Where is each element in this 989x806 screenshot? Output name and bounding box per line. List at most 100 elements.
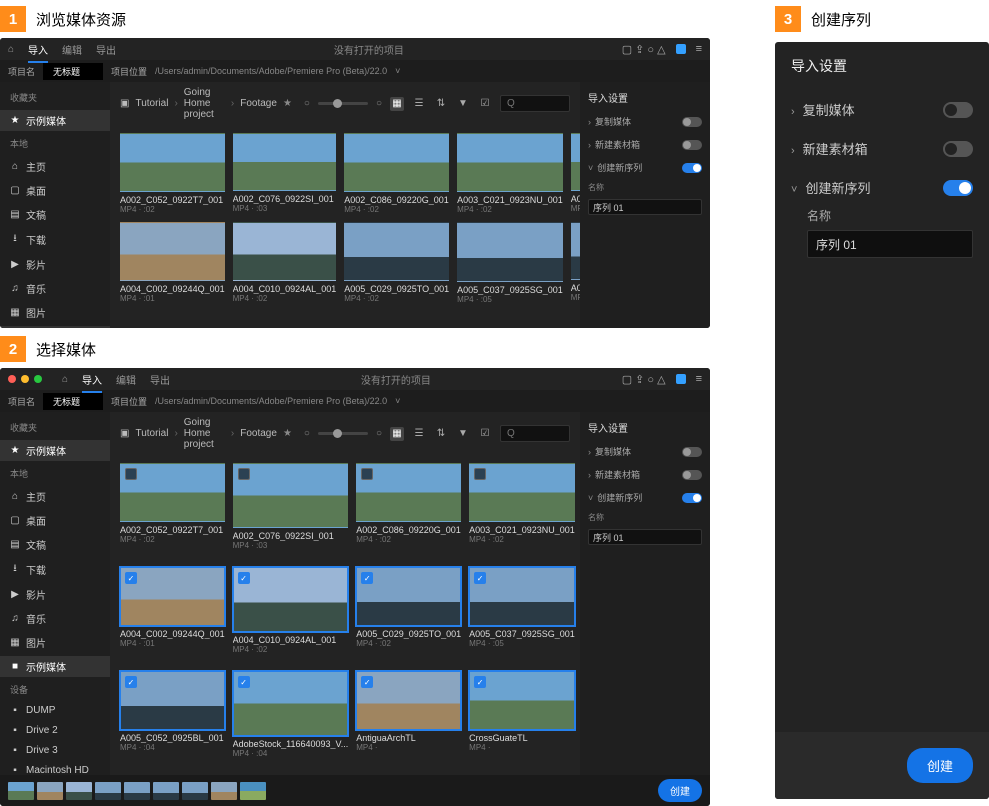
media-clip[interactable]: A005_C049_09253L_001MP4 · :03 xyxy=(571,222,580,303)
clip-checkbox[interactable] xyxy=(125,468,137,480)
new-sequence-toggle[interactable] xyxy=(943,180,973,196)
header-icons[interactable]: ▢ ⇪ ○ △ ≡ xyxy=(622,43,702,56)
sidebar-item[interactable]: ▤文稿 xyxy=(0,534,110,555)
media-clip[interactable]: A005_C029_0925TO_001MP4 · :02 xyxy=(344,222,449,303)
sequence-name-input[interactable] xyxy=(588,529,702,545)
sidebar-sample-media-2[interactable]: ■示例媒体 xyxy=(0,656,110,677)
sidebar-sample-media[interactable]: ★示例媒体 xyxy=(0,440,110,461)
tray-thumb[interactable] xyxy=(182,782,208,800)
export-tab[interactable]: 导出 xyxy=(150,370,170,389)
tray-thumb[interactable] xyxy=(95,782,121,800)
media-clip[interactable]: A002_C052_0922T7_001MP4 · :02 xyxy=(120,133,225,214)
copy-media-row[interactable]: ›复制媒体 xyxy=(775,90,989,129)
new-bin-toggle[interactable] xyxy=(682,470,702,480)
sidebar-sample-media[interactable]: ★示例媒体 xyxy=(0,110,110,131)
zoom-slider[interactable] xyxy=(318,102,368,105)
sidebar-item[interactable]: ▢桌面 xyxy=(0,510,110,531)
import-tab[interactable]: 导入 xyxy=(82,370,102,389)
media-clip[interactable]: A005_C037_0925SG_001MP4 · :05 xyxy=(457,222,563,303)
media-clip[interactable]: ✓A005_C037_0925SG_001MP4 · :05 xyxy=(469,567,575,663)
media-clip[interactable]: A002_C052_0922T7_001MP4 · :02 xyxy=(120,463,225,559)
clip-checkbox[interactable] xyxy=(361,468,373,480)
breadcrumb-item[interactable]: Going Home project xyxy=(184,87,225,120)
copy-media-toggle[interactable] xyxy=(682,117,702,127)
search-input[interactable] xyxy=(500,95,570,112)
clip-checkbox[interactable] xyxy=(238,468,250,480)
breadcrumb-item[interactable]: Footage xyxy=(240,428,277,439)
sequence-name-input[interactable] xyxy=(588,199,702,215)
new-bin-toggle[interactable] xyxy=(943,141,973,157)
tray-thumb[interactable] xyxy=(211,782,237,800)
breadcrumb-item[interactable]: Going Home project xyxy=(184,417,225,450)
sidebar-item[interactable]: ▶影片 xyxy=(0,254,110,275)
sidebar-item[interactable]: ⭳下载 xyxy=(0,558,110,581)
clip-checkbox[interactable]: ✓ xyxy=(361,676,373,688)
clip-checkbox[interactable]: ✓ xyxy=(474,676,486,688)
home-tab[interactable]: ⌂ xyxy=(62,372,68,387)
star-icon[interactable]: ★ xyxy=(283,428,292,439)
window-controls[interactable] xyxy=(8,375,42,383)
grid-view-icon[interactable]: ▦ xyxy=(390,97,404,111)
sequence-name-input[interactable] xyxy=(807,230,973,258)
new-sequence-row[interactable]: ˅创建新序列 xyxy=(775,168,989,207)
project-path[interactable]: /Users/admin/Documents/Adobe/Premiere Pr… xyxy=(155,396,387,406)
list-view-icon[interactable]: ☰ xyxy=(412,97,426,111)
edit-tab[interactable]: 编辑 xyxy=(116,370,136,389)
clip-checkbox[interactable]: ✓ xyxy=(125,676,137,688)
media-clip[interactable]: A002_C076_0922SI_001MP4 · :03 xyxy=(233,133,337,214)
tray-thumb[interactable] xyxy=(240,782,266,800)
sidebar-device[interactable]: ▪DUMP xyxy=(0,702,110,719)
clip-checkbox[interactable]: ✓ xyxy=(474,572,486,584)
new-bin-toggle[interactable] xyxy=(682,140,702,150)
media-clip[interactable]: ✓A005_C052_0925BL_001MP4 · :04 xyxy=(120,671,225,767)
media-clip[interactable]: ✓A004_C010_0924AL_001MP4 · :02 xyxy=(233,567,349,663)
breadcrumb-item[interactable]: Footage xyxy=(240,98,277,109)
project-name-input[interactable]: 无标题 xyxy=(43,393,103,410)
tray-thumb[interactable] xyxy=(37,782,63,800)
sidebar-item[interactable]: ▤文稿 xyxy=(0,204,110,225)
new-sequence-toggle[interactable] xyxy=(682,493,702,503)
sidebar-item[interactable]: ⌂主页 xyxy=(0,486,110,507)
media-clip[interactable]: A003_C021_0923NU_001MP4 · :02 xyxy=(469,463,575,559)
sidebar-item[interactable]: ▶影片 xyxy=(0,584,110,605)
sort-icon[interactable]: ⇅ xyxy=(434,427,448,441)
new-sequence-toggle[interactable] xyxy=(682,163,702,173)
project-name-input[interactable]: 无标题 xyxy=(43,63,103,80)
home-tab[interactable]: ⌂ xyxy=(8,42,14,57)
export-tab[interactable]: 导出 xyxy=(96,40,116,59)
breadcrumb-item[interactable]: Tutorial xyxy=(135,428,168,439)
select-icon[interactable]: ☑ xyxy=(478,97,492,111)
header-icons[interactable]: ▢ ⇪ ○ △ ≡ xyxy=(622,373,702,386)
sidebar-item[interactable]: ♫音乐 xyxy=(0,278,110,299)
edit-tab[interactable]: 编辑 xyxy=(62,40,82,59)
sidebar-item[interactable]: ⌂主页 xyxy=(0,156,110,177)
media-clip[interactable]: ✓AntiguaArchTLMP4 · xyxy=(356,671,461,767)
create-button[interactable]: 创建 xyxy=(907,748,973,783)
media-clip[interactable]: ✓A004_C002_09244Q_001MP4 · :01 xyxy=(120,567,225,663)
media-clip[interactable]: A002_C076_0922SI_001MP4 · :03 xyxy=(233,463,349,559)
copy-media-toggle[interactable] xyxy=(943,102,973,118)
tray-thumb[interactable] xyxy=(8,782,34,800)
clip-checkbox[interactable]: ✓ xyxy=(361,572,373,584)
import-tab[interactable]: 导入 xyxy=(28,40,48,59)
zoom-slider[interactable] xyxy=(318,432,368,435)
media-clip[interactable]: ✓A005_C029_0925TO_001MP4 · :02 xyxy=(356,567,461,663)
filter-icon[interactable]: ▼ xyxy=(456,427,470,441)
sidebar-item[interactable]: ♫音乐 xyxy=(0,608,110,629)
media-clip[interactable]: ✓CrossGuateTLMP4 · xyxy=(469,671,575,767)
sidebar-item[interactable]: ▢桌面 xyxy=(0,180,110,201)
list-view-icon[interactable]: ☰ xyxy=(412,427,426,441)
media-clip[interactable]: A002_C086_09220G_001MP4 · :02 xyxy=(356,463,461,559)
clip-checkbox[interactable]: ✓ xyxy=(238,676,250,688)
sidebar-device[interactable]: ▪Drive 3 xyxy=(0,742,110,759)
media-clip[interactable]: ✓AdobeStock_116640093_V...MP4 · :04 xyxy=(233,671,349,767)
clip-checkbox[interactable] xyxy=(474,468,486,480)
search-input[interactable] xyxy=(500,425,570,442)
filter-icon[interactable]: ▼ xyxy=(456,97,470,111)
grid-view-icon[interactable]: ▦ xyxy=(390,427,404,441)
star-icon[interactable]: ★ xyxy=(283,98,292,109)
media-clip[interactable]: A004_C002_09244Q_001MP4 · :01 xyxy=(120,222,225,303)
sidebar-item[interactable]: ⭳下载 xyxy=(0,228,110,251)
sort-icon[interactable]: ⇅ xyxy=(434,97,448,111)
clip-checkbox[interactable]: ✓ xyxy=(125,572,137,584)
